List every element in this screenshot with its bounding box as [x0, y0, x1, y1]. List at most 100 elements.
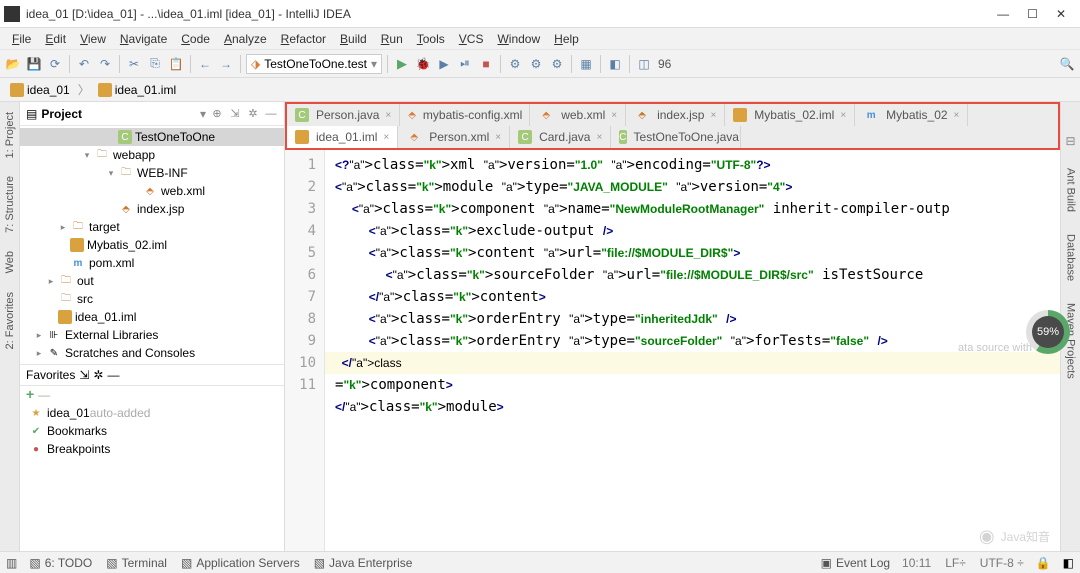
tree-row[interactable]: ▾🗀WEB-INF [20, 164, 284, 182]
tree-row[interactable]: ▾🗀webapp [20, 146, 284, 164]
add-favorite-button[interactable]: + — [20, 386, 284, 402]
menu-analyze[interactable]: Analyze [218, 30, 273, 48]
statusbar-item[interactable]: ▧Application Servers [181, 556, 300, 570]
tree-row[interactable]: CTestOneToOne [20, 128, 284, 146]
menu-help[interactable]: Help [548, 30, 585, 48]
statusbar-item[interactable]: ▧6: TODO [29, 556, 92, 570]
close-tab-icon[interactable]: × [710, 110, 716, 121]
struct-icon[interactable]: ▦ [577, 55, 595, 73]
locate-icon[interactable]: ⊕ [210, 107, 224, 121]
close-tab-icon[interactable]: × [954, 110, 960, 121]
close-tab-icon[interactable]: × [495, 132, 501, 143]
run-config-select[interactable]: ⬗ TestOneToOne.test ▾ [246, 54, 382, 74]
copy-icon[interactable]: ⎘ [146, 55, 164, 73]
debug-icon[interactable]: 🐞 [414, 55, 432, 73]
tree-row[interactable]: ▸🗀target [20, 218, 284, 236]
search-icon[interactable]: 🔍 [1058, 55, 1076, 73]
lock-icon[interactable]: 🔒 [1036, 556, 1051, 570]
editor-tab[interactable]: CPerson.java× [287, 104, 400, 126]
tree-row[interactable]: mpom.xml [20, 254, 284, 272]
tree-row[interactable]: idea_01.iml [20, 308, 284, 326]
menu-view[interactable]: View [74, 30, 112, 48]
menu-navigate[interactable]: Navigate [114, 30, 173, 48]
fav-collapse-icon[interactable]: ⇲ [79, 368, 89, 382]
menu-file[interactable]: File [6, 30, 37, 48]
close-button[interactable]: ✕ [1056, 7, 1066, 21]
editor-tab[interactable]: CCard.java× [510, 126, 611, 148]
close-tab-icon[interactable]: × [385, 110, 391, 121]
tree-row[interactable]: 🗀src [20, 290, 284, 308]
tree-row[interactable]: Mybatis_02.iml [20, 236, 284, 254]
breadcrumb-item[interactable]: idea_01.iml [94, 82, 180, 98]
tree-row[interactable]: ▸✎Scratches and Consoles [20, 344, 284, 362]
close-tab-icon[interactable]: × [611, 110, 617, 121]
paste-icon[interactable]: 📋 [167, 55, 185, 73]
menu-edit[interactable]: Edit [39, 30, 72, 48]
tool2-icon[interactable]: ⚙ [527, 55, 545, 73]
tree-row[interactable]: ▸⊪External Libraries [20, 326, 284, 344]
open-icon[interactable]: 📂 [4, 55, 22, 73]
left-tab[interactable]: 2: Favorites [2, 288, 18, 353]
menu-build[interactable]: Build [334, 30, 373, 48]
back-icon[interactable]: ← [196, 55, 214, 73]
left-tab[interactable]: 7: Structure [2, 172, 18, 237]
editor-tab[interactable]: ⬘web.xml× [530, 104, 626, 126]
code-editor[interactable]: <?"a">class="k">xml "a">version="1.0" "a… [325, 150, 1060, 551]
save-icon[interactable]: 💾 [25, 55, 43, 73]
hide-icon[interactable]: — [264, 107, 278, 121]
menu-run[interactable]: Run [375, 30, 409, 48]
editor-tab[interactable]: mMybatis_02× [855, 104, 968, 126]
menu-code[interactable]: Code [175, 30, 216, 48]
cut-icon[interactable]: ✂ [125, 55, 143, 73]
tool5-icon[interactable]: ◫ [635, 55, 653, 73]
favorite-item[interactable]: ✔Bookmarks [20, 422, 284, 440]
fav-hide-icon[interactable]: — [107, 368, 119, 382]
fwd-icon[interactable]: → [217, 55, 235, 73]
rg-icon1[interactable]: ⊟ [1062, 132, 1080, 150]
right-tab[interactable]: Database [1063, 230, 1079, 285]
menu-tools[interactable]: Tools [411, 30, 451, 48]
coverage-icon[interactable]: ▶ [435, 55, 453, 73]
menu-vcs[interactable]: VCS [453, 30, 490, 48]
profile-icon[interactable]: ⏯ [456, 55, 474, 73]
tool3-icon[interactable]: ⚙ [548, 55, 566, 73]
notify-icon[interactable]: ◧ [1063, 556, 1074, 570]
tree-row[interactable]: ⬘web.xml [20, 182, 284, 200]
left-tab[interactable]: Web [2, 247, 18, 277]
gear-icon[interactable]: ✲ [246, 107, 260, 121]
redo-icon[interactable]: ↷ [96, 55, 114, 73]
left-tab[interactable]: 1: Project [2, 108, 18, 162]
editor-tab[interactable]: ⬘index.jsp× [626, 104, 725, 126]
favorite-item[interactable]: ★idea_01 auto-added [20, 404, 284, 422]
statusbar-item[interactable]: ▣Event Log [821, 556, 890, 570]
tool1-icon[interactable]: ⚙ [506, 55, 524, 73]
tool4-icon[interactable]: ◧ [606, 55, 624, 73]
editor-tab[interactable]: ⬘mybatis-config.xml× [400, 104, 530, 126]
stop-icon[interactable]: ■ [477, 55, 495, 73]
refresh-icon[interactable]: ⟳ [46, 55, 64, 73]
run-icon[interactable]: ▶ [393, 55, 411, 73]
collapse-icon[interactable]: ⇲ [228, 107, 242, 121]
close-tab-icon[interactable]: × [840, 110, 846, 121]
sb-toggle-icon[interactable]: ▥ [6, 556, 17, 570]
close-tab-icon[interactable]: × [596, 132, 602, 143]
breadcrumb-item[interactable]: idea_01 [6, 82, 74, 98]
tree-row[interactable]: ▸🗀out [20, 272, 284, 290]
statusbar-item[interactable]: ▧Java Enterprise [314, 556, 413, 570]
editor-tab[interactable]: idea_01.iml× [287, 126, 398, 148]
menu-window[interactable]: Window [491, 30, 546, 48]
progress-indicator[interactable]: 59% [1026, 310, 1070, 354]
editor-tab[interactable]: CTestOneToOne.java× [611, 126, 741, 148]
menu-refactor[interactable]: Refactor [275, 30, 332, 48]
minimize-button[interactable]: — [997, 7, 1009, 21]
tree-row[interactable]: ⬘index.jsp [20, 200, 284, 218]
undo-icon[interactable]: ↶ [75, 55, 93, 73]
editor-tab[interactable]: ⬘Person.xml× [398, 126, 510, 148]
statusbar-item[interactable]: ▧Terminal [106, 556, 167, 570]
favorite-item[interactable]: ●Breakpoints [20, 440, 284, 458]
close-tab-icon[interactable]: × [383, 132, 389, 143]
editor-tab[interactable]: Mybatis_02.iml× [725, 104, 855, 126]
fav-gear-icon[interactable]: ✲ [93, 368, 103, 382]
maximize-button[interactable]: ☐ [1027, 7, 1038, 21]
right-tab[interactable]: Ant Build [1063, 164, 1079, 216]
